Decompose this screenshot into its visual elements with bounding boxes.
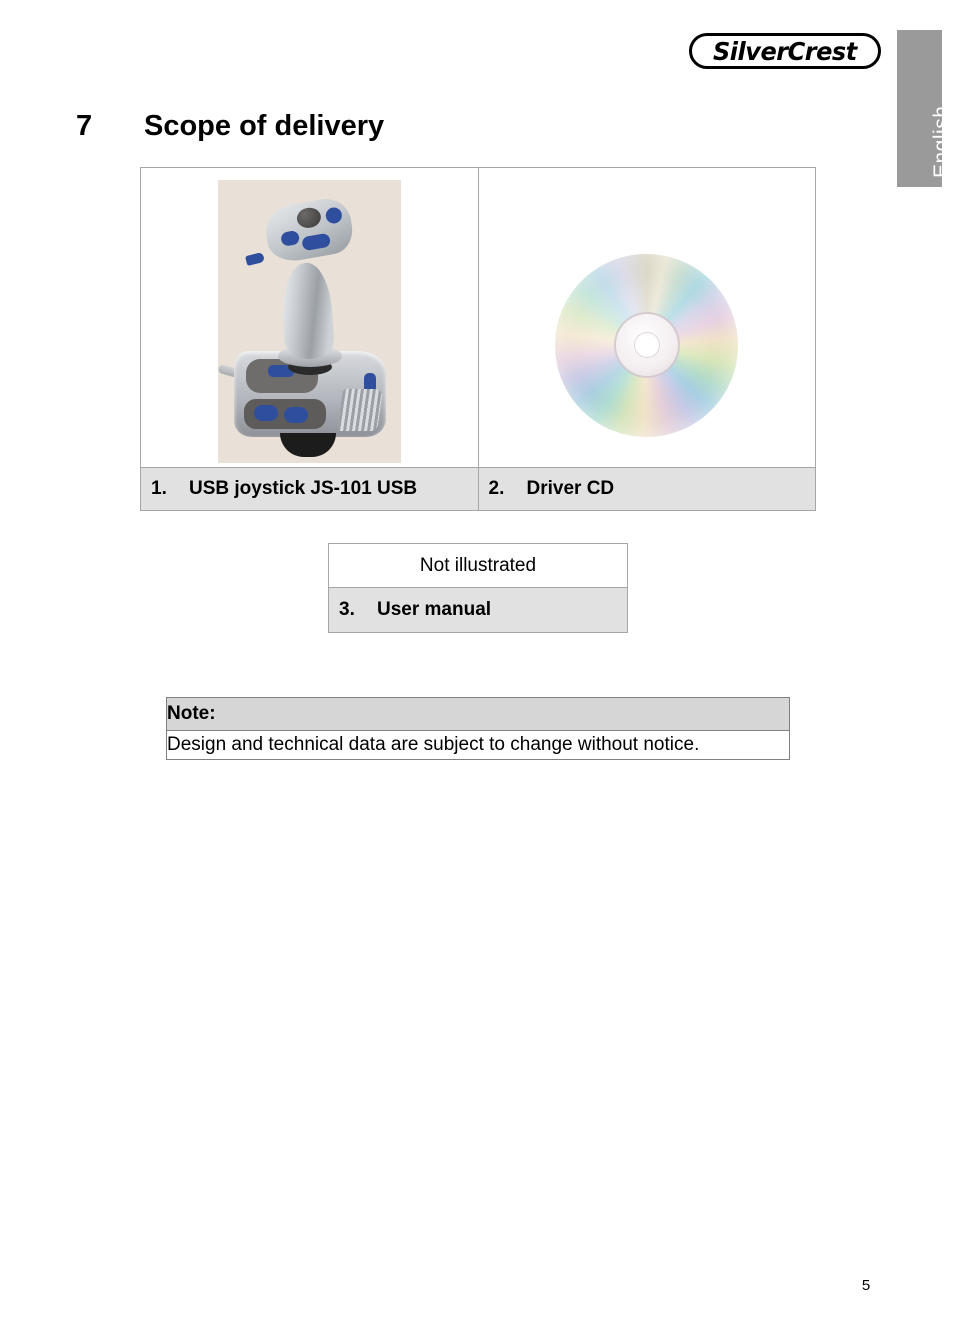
silvercrest-logo-text: SilverCrest	[713, 36, 857, 66]
table-row-not-illustrated-item: 3. User manual	[328, 587, 628, 633]
table-row-not-illustrated-header: Not illustrated	[328, 543, 628, 588]
cd-photo	[555, 253, 739, 437]
joystick-head	[261, 194, 356, 266]
not-illustrated-table: Not illustrated 3. User manual	[328, 543, 628, 633]
scope-item-3-number: 3.	[339, 599, 355, 620]
scope-item-1-caption: 1. USB joystick JS-101 USB	[140, 467, 479, 511]
not-illustrated-header: Not illustrated	[328, 543, 628, 588]
language-tab-label: English	[930, 105, 953, 178]
joystick-head-button-3	[324, 206, 343, 225]
joystick-image-cell	[140, 167, 479, 468]
joystick-head-button-2	[300, 232, 331, 252]
page-title: 7 Scope of delivery	[76, 110, 384, 143]
joystick-trigger	[244, 251, 265, 267]
note-header-label: Note:	[166, 697, 790, 731]
cd-image-cell	[477, 167, 816, 468]
joystick-button-blue-2	[253, 405, 278, 421]
section-title: Scope of delivery	[144, 110, 385, 142]
joystick-suction-base	[279, 433, 336, 457]
note-body-row: Design and technical data are subject to…	[166, 730, 790, 760]
section-number: 7	[76, 110, 93, 142]
note-body-text: Design and technical data are subject to…	[166, 730, 790, 760]
note-box: Note: Design and technical data are subj…	[166, 697, 790, 760]
scope-item-3-label: User manual	[377, 599, 492, 620]
scope-item-1-label: USB joystick JS-101 USB	[189, 478, 418, 499]
scope-item-2-caption: 2. Driver CD	[477, 467, 816, 511]
page-number: 5	[861, 1277, 871, 1294]
scope-item-2-label: Driver CD	[526, 478, 615, 499]
language-tab: English	[897, 30, 953, 187]
cd-center-hole	[633, 332, 660, 358]
joystick-hat-switch	[295, 205, 323, 230]
joystick-photo	[217, 180, 401, 463]
scope-item-3-caption: 3. User manual	[328, 587, 628, 633]
note-header-row: Note:	[166, 697, 790, 731]
joystick-head-button-4	[279, 229, 301, 247]
silvercrest-logo: SilverCrest	[689, 33, 881, 69]
table-row-images	[140, 167, 816, 468]
joystick-shaft	[278, 261, 336, 361]
table-row-captions: 1. USB joystick JS-101 USB 2. Driver CD	[140, 467, 816, 511]
scope-item-2-number: 2.	[488, 478, 505, 499]
joystick-vents	[336, 389, 383, 431]
scope-of-delivery-table: 1. USB joystick JS-101 USB 2. Driver CD	[140, 167, 816, 511]
joystick-button-blue-3	[283, 407, 308, 423]
scope-item-1-number: 1.	[151, 478, 167, 499]
